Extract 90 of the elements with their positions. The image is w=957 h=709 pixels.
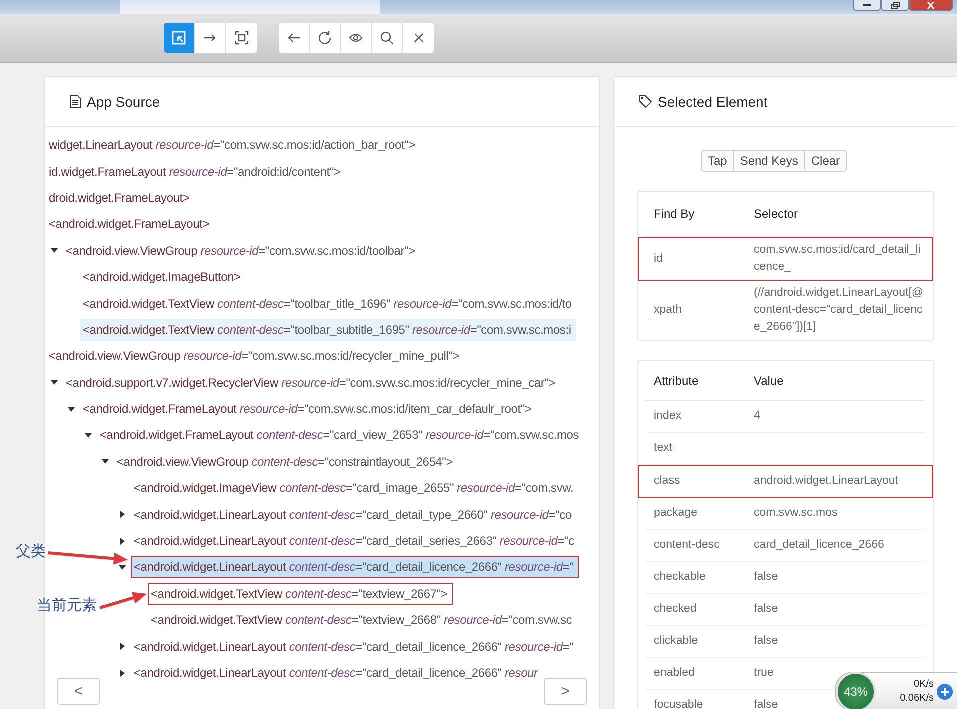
column-header: Find By <box>654 207 696 221</box>
caret-down-icon[interactable] <box>85 432 92 439</box>
minimize-button[interactable] <box>853 0 881 11</box>
attribute-value: true <box>754 666 774 681</box>
download-speed: 0.06K/s <box>899 692 934 706</box>
attribute-value: false <box>754 634 778 649</box>
source-node[interactable]: <android.widget.LinearLayout content-desc="card_detail_licence_2666" resour <box>131 662 543 684</box>
tag-icon <box>639 95 652 108</box>
action-button[interactable]: Clear <box>805 151 846 171</box>
source-node[interactable]: <android.widget.FrameLayout content-desc="card_view_2653" resource-id="com.svw.sc.mos <box>97 424 584 446</box>
caret-right-icon[interactable] <box>119 511 126 518</box>
next-button[interactable]: > <box>544 678 587 705</box>
select-icon <box>172 31 186 45</box>
attribute-name: checked <box>654 602 697 617</box>
source-node[interactable]: id.widget.FrameLayout resource-id="android:id/content"> <box>46 160 346 183</box>
column-header: Value <box>754 374 785 388</box>
source-node[interactable]: <android.widget.LinearLayout content-desc="card_detail_series_2663" resource-id="c <box>131 530 580 552</box>
action-button[interactable]: Send Keys <box>734 151 806 171</box>
fullscreen-icon <box>234 31 248 45</box>
close-icon <box>414 33 424 43</box>
source-node[interactable]: <android.widget.TextView content-desc="toolbar_subtitle_1695" resource-id="com.svw.sc.mos:i <box>80 318 576 341</box>
source-node[interactable]: <android.widget.ImageView content-desc="card_image_2655" resource-id="com.svw. <box>131 477 579 500</box>
source-node[interactable]: <android.widget.FrameLayout resource-id="com.svw.sc.mos:id/item_car_defaulr_root"> <box>80 398 537 420</box>
back-button[interactable] <box>279 23 310 53</box>
attribute-name: checkable <box>654 570 706 585</box>
panel-title: Selected Element <box>658 94 768 110</box>
close-icon <box>927 2 935 8</box>
attribute-name: class <box>654 474 680 489</box>
annotation-label: 父类 <box>16 542 46 561</box>
attribute-value: 4 <box>754 409 760 424</box>
refresh-icon <box>318 31 332 45</box>
restore-button[interactable] <box>881 0 909 11</box>
action-button[interactable]: Tap <box>702 151 734 171</box>
arrow-right-icon <box>204 34 216 42</box>
source-node[interactable]: <android.support.v7.widget.RecyclerView resource-id="com.svw.sc.mos:id/recycler_mine_car"> <box>63 372 561 394</box>
source-node[interactable]: <android.widget.LinearLayout content-desc="card_detail_type_2660" resource-id="co <box>131 504 577 526</box>
source-node[interactable]: <android.view.ViewGroup resource-id="com.svw.sc.mos:id/toolbar"> <box>63 240 420 262</box>
attribute-name: package <box>654 506 698 521</box>
caret-down-icon[interactable] <box>51 379 58 386</box>
restore-icon <box>890 2 900 8</box>
attribute-value: android.widget.LinearLayout <box>754 474 898 489</box>
source-node[interactable]: <android.view.ViewGroup resource-id="com.svw.sc.mos:id/recycler_mine_pull"> <box>46 345 465 368</box>
table-cell-text: (//android.widget.LinearLayout[@content-desc="card_detail_licence_2666"])[1] <box>754 286 925 335</box>
column-header: Attribute <box>654 374 700 388</box>
minimize-icon <box>863 4 871 6</box>
previous-button[interactable]: < <box>57 678 100 705</box>
table-cell-text: com.svw.sc.mos:id/card_detail_licence_ <box>754 243 922 275</box>
eye-icon <box>349 33 363 43</box>
select-button[interactable] <box>164 23 195 53</box>
upload-speed: 0K/s <box>912 678 934 692</box>
caret-right-icon[interactable] <box>119 643 126 650</box>
panel-title: App Source <box>87 94 160 110</box>
usage-gauge: 43% <box>836 672 876 709</box>
annotation-label: 当前元素 <box>37 596 97 615</box>
source-node[interactable]: <android.widget.ImageButton> <box>80 266 246 288</box>
plus-icon <box>937 684 953 700</box>
attribute-value: com.svw.sc.mos <box>754 506 838 521</box>
attribute-name: text <box>654 441 673 456</box>
source-node[interactable]: widget.LinearLayout resource-id="com.svw.sc.mos:id/action_bar_root"> <box>46 134 420 156</box>
source-node[interactable]: <android.widget.FrameLayout> <box>46 213 215 236</box>
table-cell-text: xpath <box>654 303 682 318</box>
table-cell-text: id <box>654 252 663 266</box>
source-node[interactable]: <android.view.ViewGroup content-desc="constraintlayout_2654"> <box>114 450 458 473</box>
attribute-name: enabled <box>654 666 695 681</box>
caret-down-icon[interactable] <box>68 406 75 413</box>
document-icon <box>70 95 81 108</box>
source-node[interactable]: droid.widget.FrameLayout> <box>46 186 195 209</box>
attribute-value: false <box>754 570 778 585</box>
attribute-value: false <box>754 698 778 709</box>
search-icon <box>380 31 394 45</box>
caret-down-icon[interactable] <box>51 247 58 254</box>
attribute-name: clickable <box>654 634 698 649</box>
source-node[interactable]: <android.widget.LinearLayout content-desc="card_detail_licence_2666" resource-id=" <box>131 636 579 658</box>
source-node[interactable]: <android.widget.TextView content-desc="toolbar_title_1696" resource-id="com.svw.sc.mos:id/to <box>80 292 577 315</box>
caret-down-icon[interactable] <box>102 458 109 466</box>
attribute-name: index <box>654 409 682 424</box>
attribute-name: focusable <box>654 698 704 709</box>
attribute-value: card_detail_licence_2666 <box>754 538 884 553</box>
close-button[interactable] <box>909 0 953 11</box>
caret-down-icon[interactable] <box>119 564 126 571</box>
attribute-name: content-desc <box>654 538 720 553</box>
source-node[interactable]: <android.widget.TextView content-desc="textview_2668" resource-id="com.svw.sc <box>148 609 578 632</box>
source-node[interactable]: <android.widget.TextView content-desc="textview_2667"> <box>148 582 453 605</box>
caret-right-icon[interactable] <box>119 670 126 676</box>
caret-right-icon[interactable] <box>119 538 126 545</box>
column-header: Selector <box>754 207 800 221</box>
attribute-value: false <box>754 602 778 617</box>
annotation-arrow <box>100 592 147 610</box>
back-icon <box>288 33 300 43</box>
source-node[interactable]: <android.widget.LinearLayout content-desc="card_detail_licence_2666" resource-id=" <box>131 556 579 578</box>
